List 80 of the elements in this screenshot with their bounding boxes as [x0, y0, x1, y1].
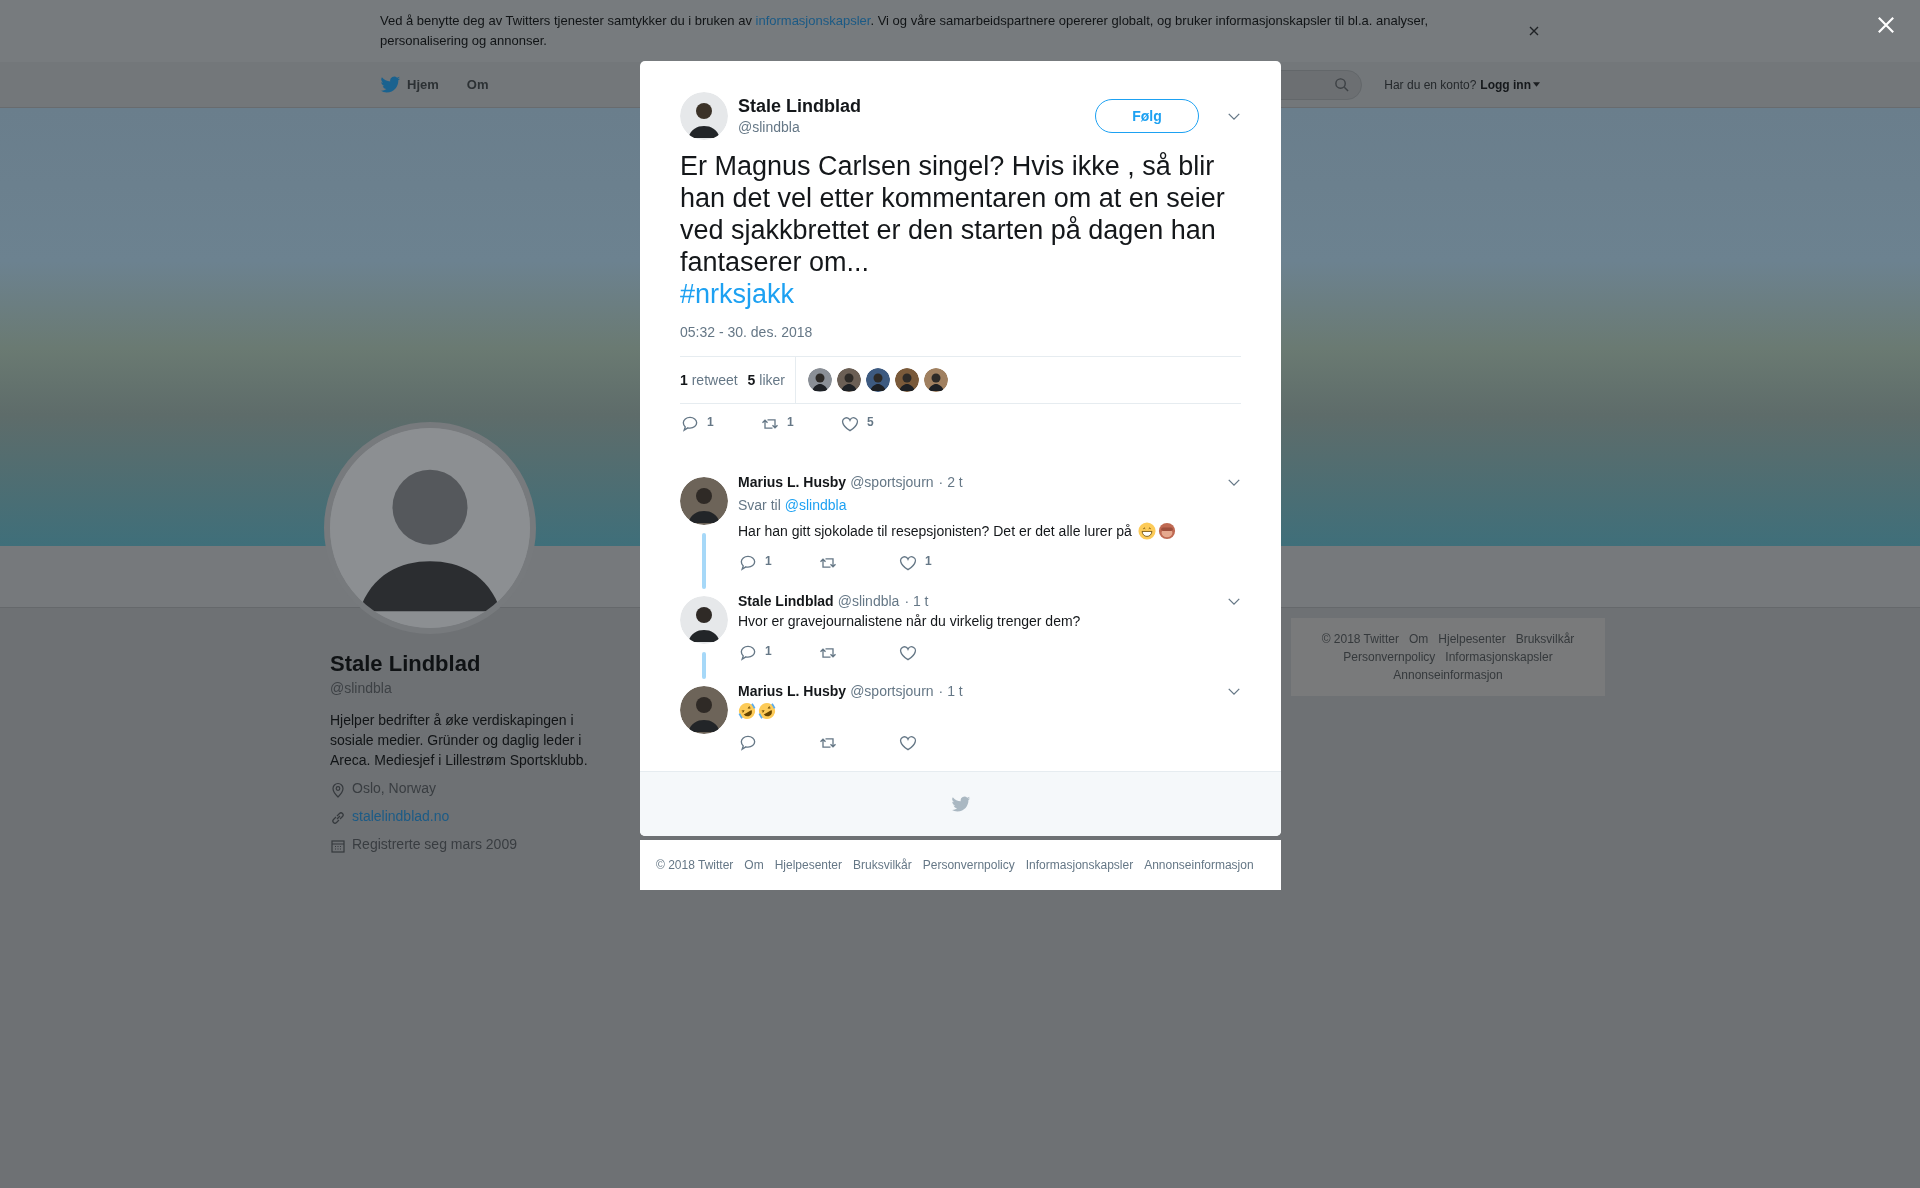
reply-time: · 2 t — [938, 474, 963, 490]
reply-text: Har han gitt sjokolade til resepsjonisten? Det er det alle lurer på — [738, 522, 1132, 541]
reply-time: · 1 t — [938, 683, 963, 699]
link-icon — [330, 810, 346, 826]
chevron-down-icon[interactable] — [1227, 477, 1241, 487]
footer-link[interactable]: Annonseinformasjon — [1144, 858, 1254, 872]
reply-icon[interactable] — [680, 414, 700, 434]
footer-link[interactable]: Informasjonskapsler — [1445, 648, 1553, 666]
chevron-down-icon[interactable] — [1227, 686, 1241, 696]
user-avatar[interactable] — [680, 477, 728, 525]
stat-link[interactable]: 1 retweet — [680, 372, 738, 388]
footer-link[interactable]: Personvernpolicy — [1343, 648, 1436, 666]
action-count: 5 — [867, 415, 874, 429]
footer-link[interactable]: Hjelpesenter — [774, 858, 843, 872]
tweet-timestamp: 05:32 - 30. des. 2018 — [680, 323, 814, 342]
search-icon — [1334, 77, 1350, 92]
action-count: 1 — [707, 415, 714, 429]
user-avatar[interactable] — [680, 686, 728, 734]
action-count: 1 — [765, 554, 772, 568]
reply-author-handle: @sportsjourn — [850, 474, 934, 490]
tweet-text: Er Magnus Carlsen singel? Hvis ikke , så blir han det vel etter kommentaren om at en seier ved sjakkbrettet er den starten på dagen han fantaserer om... — [680, 150, 1226, 278]
footer-link[interactable]: Bruksvilkår — [853, 858, 912, 872]
action-count: 1 — [765, 644, 772, 658]
grinning-face-icon — [1137, 522, 1156, 540]
reply-icon[interactable] — [738, 553, 758, 573]
nav-link[interactable]: Om — [466, 77, 489, 92]
reply-author-handle: @slindbla — [837, 593, 900, 609]
heart-icon[interactable] — [898, 553, 918, 573]
reply-author-handle: @sportsjourn — [850, 683, 934, 699]
account-prompt: Har du en konto? — [1384, 77, 1477, 92]
footer-link[interactable]: © 2018 Twitter — [656, 858, 734, 872]
calendar-icon — [330, 838, 346, 854]
login-link[interactable]: Logg inn — [1480, 77, 1531, 92]
caret-icon[interactable] — [1533, 82, 1540, 87]
footer-link[interactable]: Om — [1408, 630, 1429, 648]
user-avatar[interactable] — [865, 368, 890, 392]
action-count: 1 — [787, 415, 794, 429]
stat-link[interactable]: 5 liker — [747, 372, 785, 388]
chevron-down-icon[interactable] — [1227, 111, 1241, 121]
user-avatar[interactable] — [680, 92, 728, 140]
profile-name: Stale Lindblad — [330, 650, 482, 678]
footer-link[interactable]: Bruksvilkår — [1515, 630, 1575, 648]
user-avatar[interactable] — [836, 368, 861, 392]
author-handle[interactable]: @slindbla — [738, 117, 1095, 137]
reply-author-name[interactable]: Stale Lindblad — [738, 593, 834, 609]
footer-link[interactable]: Hjelpesenter — [1438, 630, 1506, 648]
reply-author-name[interactable]: Marius L. Husby — [738, 683, 847, 699]
monkey-face-icon — [1157, 522, 1176, 540]
user-avatar[interactable] — [923, 368, 948, 392]
action-count: 1 — [925, 554, 932, 568]
user-avatar[interactable] — [807, 368, 832, 392]
chevron-down-icon[interactable] — [1227, 596, 1241, 606]
bird-icon — [950, 795, 971, 813]
reply-text: Hvor er gravejournalistene når du virkelig trenger dem? — [738, 612, 1081, 631]
mention-link[interactable]: @slindbla — [784, 495, 847, 515]
user-avatar[interactable] — [680, 596, 728, 644]
laughing-face-icon — [738, 702, 756, 720]
footer-link[interactable]: Informasjonskapsler — [1025, 858, 1134, 872]
reply-time: · 1 t — [904, 593, 929, 609]
reply-icon[interactable] — [738, 643, 758, 663]
footer-link[interactable]: Annonseinformasjon — [1393, 666, 1503, 684]
heart-icon[interactable] — [898, 643, 918, 663]
footer-link[interactable]: Personvernpolicy — [922, 858, 1015, 872]
reply-author-name[interactable]: Marius L. Husby — [738, 474, 847, 490]
location-pin-icon — [330, 782, 346, 798]
nav-link[interactable]: Hjem — [407, 77, 439, 92]
profile-bio: Hjelper bedrifter å øke verdiskapingen i sosiale medier. Gründer og daglig leder i Areca. Mediesjef i Lillestrøm Sportsklubb. — [330, 711, 589, 770]
author-name[interactable]: Stale Lindblad — [738, 95, 1095, 117]
laughing-face-icon — [758, 702, 776, 720]
cookie-notice: Ved å benytte deg av Twitters tjenester samtykker du i bruken av informasjonskapsler. Vi og våre samarbeidspartnere opererer globalt, og bruker informasjonskapsler til bl.a. analyser, personalisering og annonser. — [380, 12, 1429, 50]
close-icon[interactable] — [1529, 26, 1539, 36]
follow-button[interactable]: Følg — [1095, 99, 1199, 133]
reply-icon[interactable] — [738, 733, 758, 753]
heart-icon[interactable] — [840, 414, 860, 434]
user-avatar[interactable] — [894, 368, 919, 392]
heart-icon[interactable] — [898, 733, 918, 753]
footer-link[interactable]: © 2018 Twitter — [1321, 630, 1399, 648]
hashtag-link[interactable]: #nrksjakk — [680, 278, 795, 310]
footer-link[interactable]: Om — [744, 858, 764, 872]
reply-to-label: Svar til — [738, 496, 781, 515]
